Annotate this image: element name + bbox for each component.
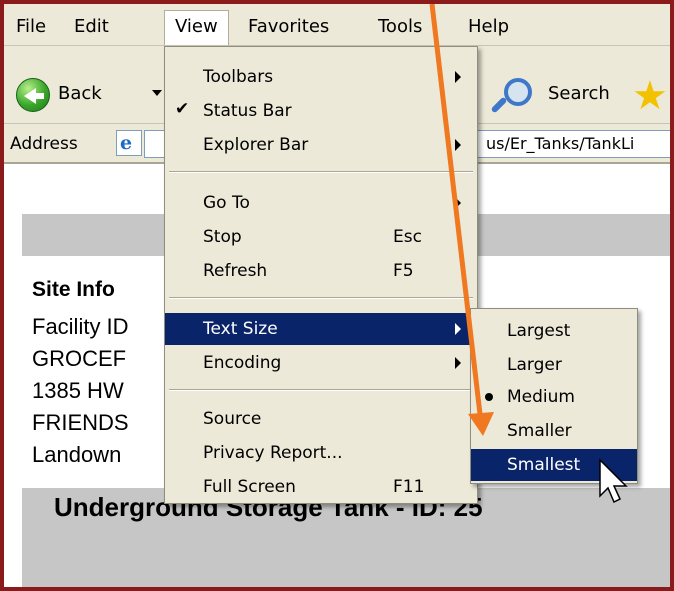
menu-item-label: Stop: [203, 227, 242, 247]
ie-page-icon: e: [116, 130, 142, 156]
menu-item-label: Refresh: [203, 261, 268, 281]
menu-bar: File Edit View Favorites Tools Help: [4, 4, 670, 46]
menu-tools[interactable]: Tools: [370, 14, 430, 39]
menu-item-go-to[interactable]: Go To: [165, 187, 477, 219]
submenu-item-label: Largest: [507, 321, 571, 341]
back-label: Back: [58, 83, 102, 104]
menu-item-encoding[interactable]: Encoding: [165, 347, 477, 379]
menu-item-full-screen[interactable]: Full Screen F11: [165, 471, 477, 503]
section-heading: Site Info: [32, 278, 115, 301]
menu-item-label: Privacy Report...: [203, 443, 343, 463]
menu-item-label: Toolbars: [203, 67, 274, 87]
submenu-arrow-icon: [455, 323, 461, 335]
menu-separator: [169, 389, 473, 391]
submenu-arrow-icon: [455, 71, 461, 83]
submenu-arrow-icon: [455, 139, 461, 151]
menu-shortcut: Esc: [393, 227, 422, 247]
menu-item-toolbars[interactable]: Toolbars: [165, 61, 477, 93]
chevron-down-icon[interactable]: [152, 90, 162, 96]
menu-item-stop[interactable]: Stop Esc: [165, 221, 477, 253]
menu-item-privacy-report[interactable]: Privacy Report...: [165, 437, 477, 469]
text-size-submenu: Largest Larger Medium Smaller Smallest: [470, 308, 638, 484]
menu-item-text-size[interactable]: Text Size: [165, 313, 477, 345]
menu-item-label: Go To: [203, 193, 250, 213]
radio-bullet-icon: [485, 393, 493, 401]
menu-item-label: Source: [203, 409, 262, 429]
text-size-smallest[interactable]: Smallest: [471, 449, 637, 481]
submenu-item-label: Larger: [507, 355, 562, 375]
menu-item-label: Text Size: [203, 319, 278, 339]
info-line-city: FRIENDS: [32, 410, 129, 435]
checkmark-icon: ✔: [175, 99, 190, 119]
info-line-name: GROCEF: [32, 346, 127, 371]
back-button[interactable]: Back: [12, 74, 162, 116]
search-icon: [504, 78, 532, 106]
browser-window: File Edit View Favorites Tools Help Back…: [0, 0, 674, 591]
menu-item-source[interactable]: Source: [165, 403, 477, 435]
menu-item-label: Encoding: [203, 353, 282, 373]
menu-favorites[interactable]: Favorites: [240, 14, 337, 39]
submenu-item-label: Medium: [507, 387, 575, 407]
favorites-star-icon[interactable]: ★: [632, 76, 668, 116]
menu-view[interactable]: View: [164, 10, 229, 45]
text-size-smaller[interactable]: Smaller: [471, 415, 637, 447]
text-size-largest[interactable]: Largest: [471, 315, 637, 347]
menu-item-label: Status Bar: [203, 101, 292, 121]
info-line-landowner: Landown: [32, 442, 122, 467]
submenu-arrow-icon: [455, 357, 461, 369]
menu-help[interactable]: Help: [460, 14, 517, 39]
view-menu: Toolbars ✔ Status Bar Explorer Bar Go To…: [164, 46, 478, 504]
menu-file[interactable]: File: [8, 14, 54, 39]
menu-item-explorer-bar[interactable]: Explorer Bar: [165, 129, 477, 161]
address-url: us/Er_Tanks/TankLi: [486, 134, 635, 153]
menu-separator: [169, 297, 473, 299]
info-line-address: 1385 HW: [32, 378, 124, 403]
back-arrow-icon: [16, 78, 50, 112]
submenu-item-label: Smaller: [507, 421, 572, 441]
menu-item-label: Full Screen: [203, 477, 296, 497]
menu-edit[interactable]: Edit: [66, 14, 117, 39]
menu-separator: [169, 171, 473, 173]
menu-shortcut: F11: [393, 477, 425, 497]
menu-item-refresh[interactable]: Refresh F5: [165, 255, 477, 287]
address-label: Address: [10, 134, 78, 154]
text-size-larger[interactable]: Larger: [471, 349, 637, 381]
menu-item-status-bar[interactable]: ✔ Status Bar: [165, 95, 477, 127]
submenu-arrow-icon: [455, 197, 461, 209]
search-icon-handle: [490, 96, 508, 114]
search-button[interactable]: Search: [488, 74, 628, 116]
menu-shortcut: F5: [393, 261, 414, 281]
info-line-facility: Facility ID: [32, 314, 129, 339]
text-size-medium[interactable]: Medium: [471, 381, 637, 413]
search-label: Search: [548, 83, 610, 104]
menu-item-label: Explorer Bar: [203, 135, 309, 155]
submenu-item-label: Smallest: [507, 455, 581, 475]
